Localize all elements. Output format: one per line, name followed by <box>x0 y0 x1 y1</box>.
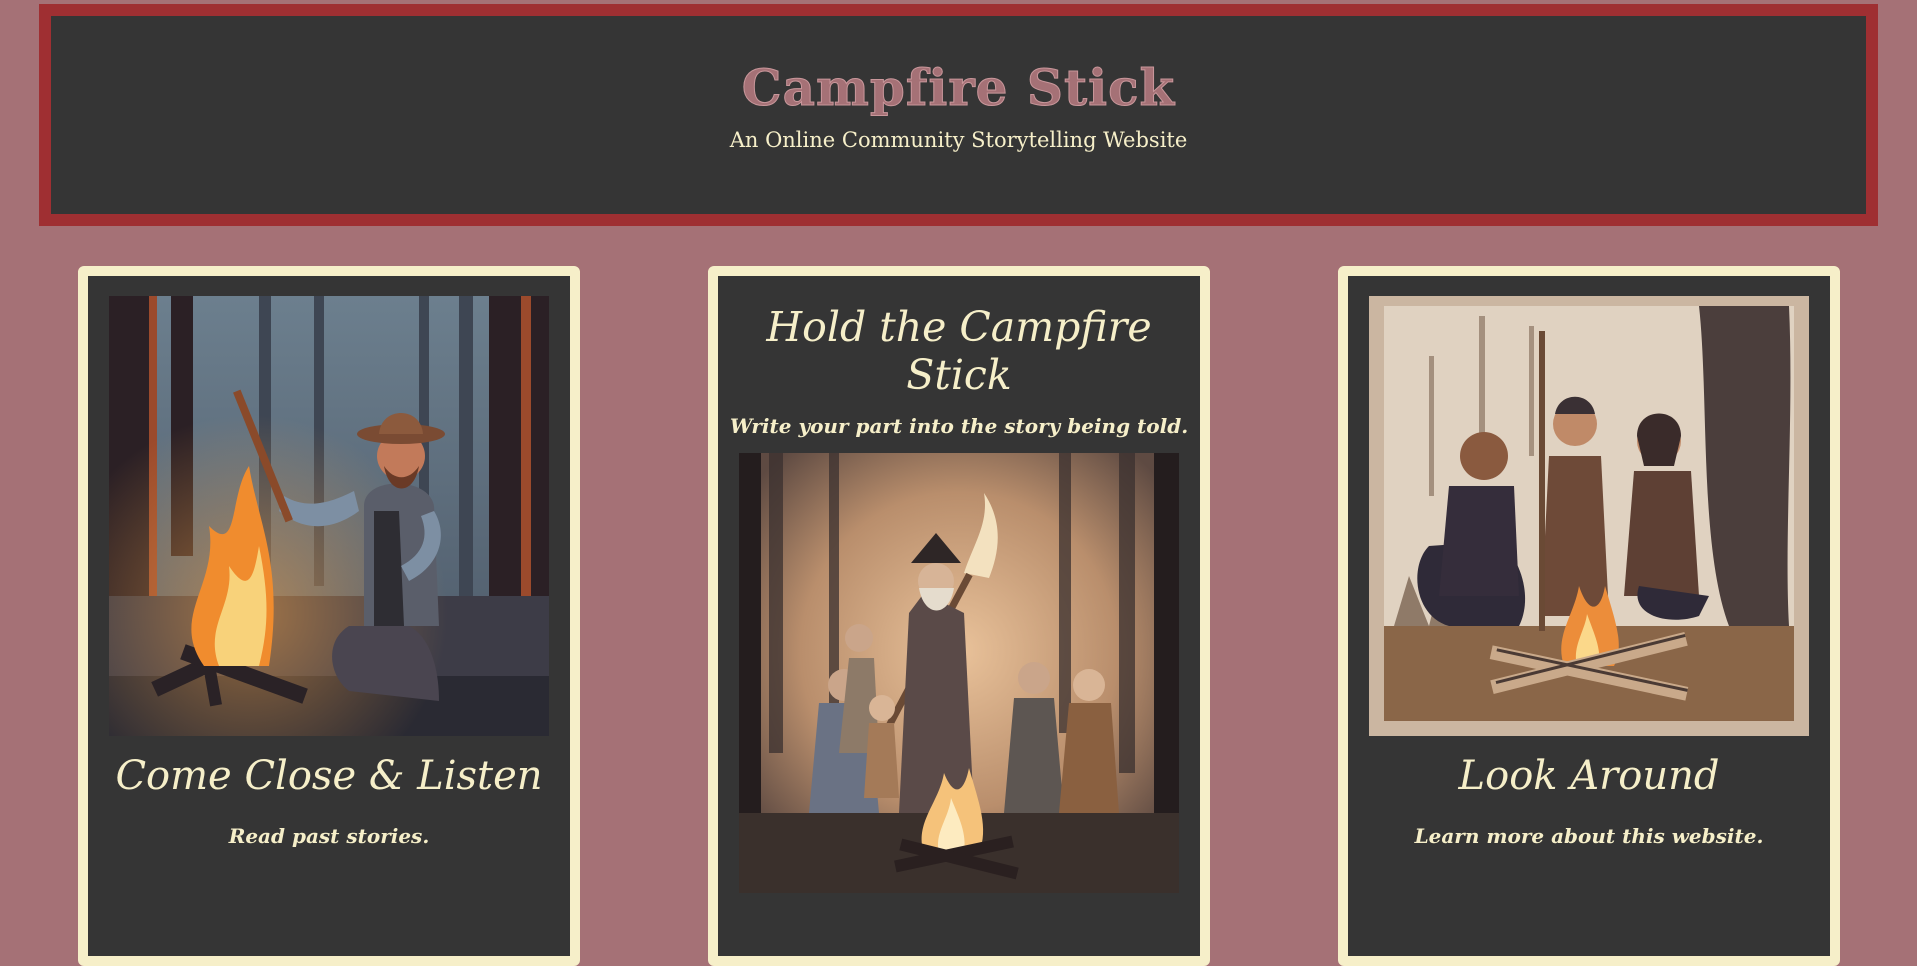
card-about[interactable]: Look Around Learn more about this websit… <box>1338 266 1840 966</box>
site-header: Campfire Stick An Online Community Story… <box>39 4 1878 226</box>
card-heading: Hold the Campfire Stick <box>766 303 1152 399</box>
card-heading: Come Close & Listen <box>115 753 543 799</box>
card-description: Write your part into the story being tol… <box>729 414 1189 438</box>
site-title: Campfire Stick <box>741 58 1176 118</box>
card-description: Learn more about this website. <box>1414 824 1764 848</box>
group-storytelling-illustration <box>739 453 1179 893</box>
card-description: Read past stories. <box>228 824 430 848</box>
card-heading: Look Around <box>1458 753 1720 799</box>
friends-campfire-illustration <box>1369 296 1809 736</box>
site-subtitle: An Online Community Storytelling Website <box>729 128 1188 152</box>
storyteller-campfire-illustration <box>109 296 549 736</box>
card-listen[interactable]: Come Close & Listen Read past stories. <box>78 266 580 966</box>
card-write[interactable]: Hold the Campfire Stick Write your part … <box>708 266 1210 966</box>
